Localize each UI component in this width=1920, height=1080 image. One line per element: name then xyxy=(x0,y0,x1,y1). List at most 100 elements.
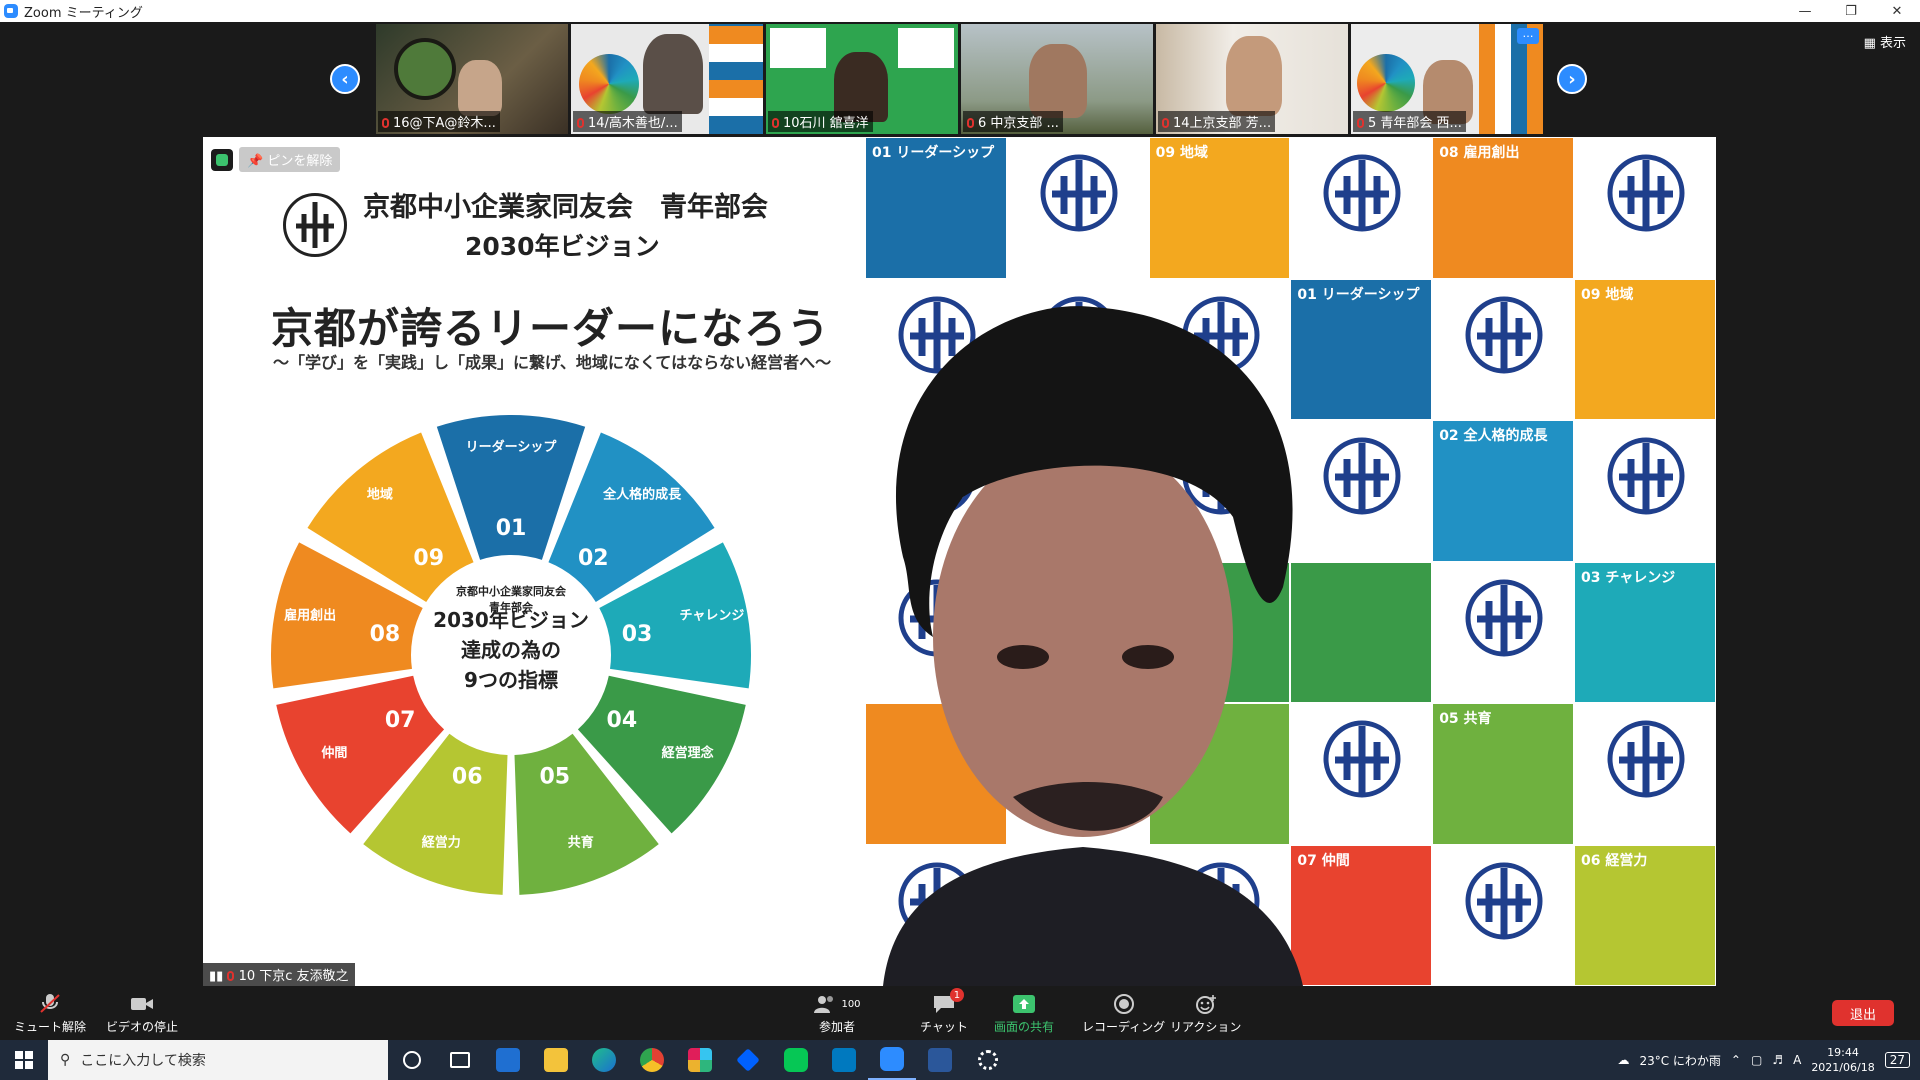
mic-muted-icon xyxy=(577,118,584,128)
view-button[interactable]: ▦ 表示 xyxy=(1864,32,1906,51)
word-icon xyxy=(928,1048,952,1072)
unpin-button[interactable]: 📌 ピンを解除 xyxy=(239,147,341,172)
weather-icon: ☁ xyxy=(1617,1053,1630,1067)
chrome-icon xyxy=(640,1048,664,1072)
taskbar-file-explorer[interactable] xyxy=(532,1040,580,1080)
wheel-segment-number: 06 xyxy=(452,764,483,789)
search-icon: ⚲ xyxy=(60,1052,71,1068)
tile-label: 08 雇用創出 xyxy=(1439,145,1520,161)
taskbar-search-input[interactable]: ⚲ ここに入力して検索 xyxy=(48,1040,388,1080)
taskbar-settings[interactable] xyxy=(964,1040,1012,1080)
restore-button[interactable]: ❐ xyxy=(1828,0,1874,22)
chevron-up-icon[interactable]: ⌃ xyxy=(1731,1053,1741,1067)
chat-badge: 1 xyxy=(949,988,964,1002)
pin-controls: 📌 ピンを解除 xyxy=(211,147,341,172)
smiley-plus-icon xyxy=(1195,995,1216,1014)
minimize-button[interactable]: — xyxy=(1782,0,1828,22)
taskbar-dropbox[interactable] xyxy=(724,1040,772,1080)
wheel-segment-number: 02 xyxy=(578,546,609,571)
wheel-segment-label: 雇用創出 xyxy=(284,608,336,624)
wheel-segment-number: 04 xyxy=(607,708,638,733)
start-button[interactable] xyxy=(0,1040,48,1080)
reactions-button[interactable]: リアクション xyxy=(1170,994,1241,1035)
chat-button[interactable]: 1 チャット xyxy=(920,988,968,1035)
wheel-segment-number: 07 xyxy=(385,708,416,733)
taskbar-edge[interactable] xyxy=(580,1040,628,1080)
filmstrip-prev-button[interactable]: ‹ xyxy=(330,64,360,94)
wheel-center-text: 2030年ビジョン xyxy=(433,608,589,632)
background-tile: 09 地域 xyxy=(1573,278,1716,420)
background-tile: 05 共育 xyxy=(1432,703,1574,845)
background-tile: 03 チャレンジ xyxy=(1573,561,1716,703)
background-tile xyxy=(1573,703,1716,845)
more-options-button[interactable]: … xyxy=(1517,28,1539,44)
wheel-segment-number: 05 xyxy=(539,764,570,789)
wheel-center-text: 京都中小企業家同友会 xyxy=(456,584,567,598)
wheel-center-text: 達成の為の xyxy=(461,638,561,662)
window-title: Zoom ミーティング xyxy=(24,5,143,21)
participant-tile[interactable]: 6 中京支部 ... xyxy=(961,24,1153,134)
participant-name: 6 中京支部 ... xyxy=(963,111,1063,132)
wheel-center-text: 9つの指標 xyxy=(464,668,558,692)
zoom-window: Zoom ミーティング — ❐ ✕ ‹ 16@下A@鈴木... 14/高木善也/… xyxy=(0,0,1920,1080)
active-speaker-video: 京都中小企業家同友会 青年部会 2030年ビジョン 京都が誇るリーダーになろう … xyxy=(203,137,1716,986)
participant-filmstrip: 16@下A@鈴木... 14/高木善也/... 10石川 舘喜洋 6 中京支部 … xyxy=(376,24,1543,134)
mic-muted-icon xyxy=(40,994,60,1013)
mic-muted-icon xyxy=(1162,118,1169,128)
taskbar-line[interactable] xyxy=(772,1040,820,1080)
filmstrip-next-button[interactable]: › xyxy=(1557,64,1587,94)
wheel-segment-number: 08 xyxy=(370,622,401,647)
cortana-button[interactable] xyxy=(388,1040,436,1080)
wheel-segment-label: 経営理念 xyxy=(662,745,714,761)
participant-tile[interactable]: 10石川 舘喜洋 xyxy=(766,24,958,134)
task-view-button[interactable] xyxy=(436,1040,484,1080)
bluewave-app-icon xyxy=(496,1048,520,1072)
background-tile: 02 全人格的成長 xyxy=(1432,420,1574,562)
org-logo-icon xyxy=(1607,437,1685,515)
taskbar-slack[interactable] xyxy=(676,1040,724,1080)
weather-text[interactable]: 23°C にわか雨 xyxy=(1639,1052,1720,1069)
wheel-segment-label: 共育 xyxy=(568,835,594,851)
participant-tile[interactable]: … 5 青年部会 西... xyxy=(1351,24,1543,134)
participant-tile[interactable]: 14/高木善也/... xyxy=(571,24,763,134)
background-tile xyxy=(1573,420,1716,562)
participant-name: 14上京支部 芳... xyxy=(1158,111,1276,132)
volume-icon[interactable]: ♬ xyxy=(1772,1053,1783,1067)
background-tile: 06 経営力 xyxy=(1573,844,1716,986)
stop-video-button[interactable]: ビデオの停止 xyxy=(106,994,178,1035)
clock[interactable]: 19:44 2021/06/18 xyxy=(1811,1045,1874,1075)
taskbar-app-1[interactable] xyxy=(484,1040,532,1080)
mic-muted-icon xyxy=(1357,118,1364,128)
tile-label: 05 共育 xyxy=(1439,711,1492,727)
participants-button[interactable]: 100 参加者 xyxy=(812,994,862,1035)
wheel-segment-label: 地域 xyxy=(367,487,393,503)
ime-indicator[interactable]: A xyxy=(1793,1053,1801,1067)
record-button[interactable]: レコーディング xyxy=(1082,994,1165,1035)
network-icon[interactable]: ▢ xyxy=(1751,1053,1762,1067)
chevron-right-icon: › xyxy=(1568,68,1576,90)
org-logo-icon xyxy=(1465,862,1543,939)
wheel-segment-label: チャレンジ xyxy=(679,609,744,624)
taskbar-chrome[interactable] xyxy=(628,1040,676,1080)
windows-taskbar: ⚲ ここに入力して検索 ☁ 23°C にわか雨 ⌃ ▢ ♬ A 19:44 20… xyxy=(0,1040,1920,1080)
share-screen-button[interactable]: 画面の共有 xyxy=(994,994,1054,1035)
participant-tile[interactable]: 16@下A@鈴木... xyxy=(376,24,568,134)
close-button[interactable]: ✕ xyxy=(1874,0,1920,22)
org-logo-icon xyxy=(1323,154,1401,232)
taskbar-word[interactable] xyxy=(916,1040,964,1080)
notification-center-button[interactable]: 27 xyxy=(1884,1052,1910,1068)
zoom-icon xyxy=(880,1047,904,1071)
windows-logo-icon xyxy=(15,1051,33,1069)
unmute-button[interactable]: ミュート解除 xyxy=(14,994,86,1035)
zoom-logo-icon xyxy=(4,4,18,18)
wheel-segment-number: 03 xyxy=(622,622,653,647)
security-shield-icon[interactable] xyxy=(211,148,233,171)
taskbar-zoom[interactable] xyxy=(868,1040,916,1080)
wheel-segment-label: 経営力 xyxy=(422,835,461,851)
wheel-segment-label: 全人格的成長 xyxy=(602,487,682,503)
participant-tile[interactable]: 14上京支部 芳... xyxy=(1156,24,1348,134)
participant-name: 16@下A@鈴木... xyxy=(378,111,500,132)
folder-icon xyxy=(544,1048,568,1072)
taskbar-trello[interactable] xyxy=(820,1040,868,1080)
leave-meeting-button[interactable]: 退出 xyxy=(1832,1000,1894,1026)
